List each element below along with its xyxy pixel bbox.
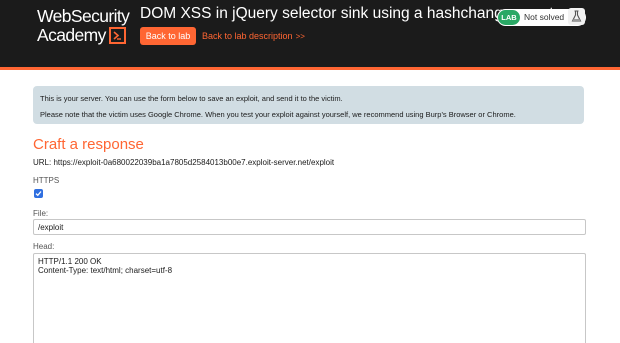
craft-response-heading: Craft a response (33, 136, 144, 153)
lab-status-text: Not solved (524, 12, 565, 22)
chevron-right-icon: >> (295, 32, 305, 41)
academy-logo-mark-icon (108, 26, 126, 44)
web-security-academy-logo[interactable]: WebSecurity Academy (37, 6, 130, 45)
header-accent-bar (0, 67, 620, 70)
exploit-url: URL: https://exploit-0a680022039ba1a7805… (33, 158, 335, 167)
head-label: Head: (33, 242, 55, 251)
lab-badge: LAB (498, 10, 520, 25)
back-to-lab-description-label: Back to lab description (202, 31, 293, 41)
top-header: WebSecurity Academy DOM XSS in jQuery se… (0, 0, 620, 68)
back-to-lab-button[interactable]: Back to lab (140, 27, 196, 45)
lab-title: DOM XSS in jQuery selector sink using a … (140, 5, 554, 22)
head-textarea[interactable]: HTTP/1.1 200 OK Content-Type: text/html;… (33, 253, 586, 343)
https-label: HTTPS (33, 176, 60, 185)
head-line: HTTP/1.1 200 OK (38, 257, 102, 266)
flask-icon (568, 8, 585, 25)
logo-text-line2: Academy (37, 24, 106, 45)
head-line: Content-Type: text/html; charset=utf-8 (38, 266, 173, 275)
checkmark-icon (35, 191, 42, 197)
file-label: File: (33, 209, 49, 218)
server-info-box: This is your server. You can use the for… (33, 86, 584, 124)
server-info-line2: Please note that the victim uses Google … (40, 110, 516, 119)
https-checkbox[interactable] (34, 189, 43, 198)
back-to-lab-description-link[interactable]: Back to lab description >> (202, 31, 305, 41)
logo-text-line1: WebSecurity (37, 6, 130, 26)
file-input[interactable]: /exploit (33, 219, 586, 235)
server-info-line1: This is your server. You can use the for… (40, 94, 343, 103)
